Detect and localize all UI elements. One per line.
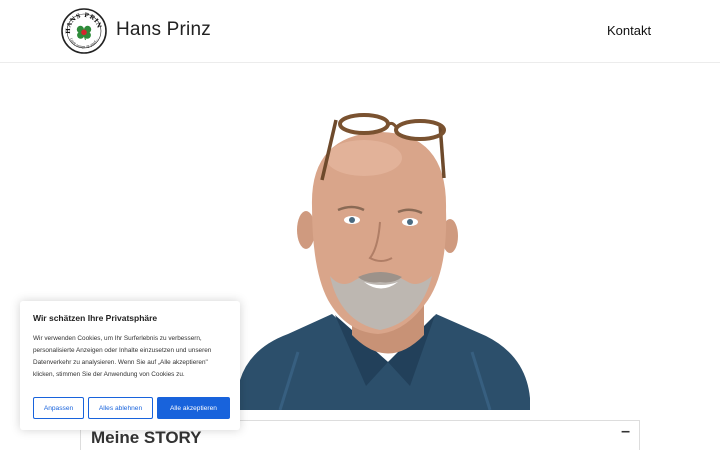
accordion-title[interactable]: Meine STORY: [91, 428, 202, 448]
logo-icon[interactable]: HANS PRINZ Love songs @ your...: [61, 8, 107, 54]
cookie-customize-button[interactable]: Anpassen: [33, 397, 84, 419]
hero-portrait: [240, 113, 530, 410]
nav-link-kontakt[interactable]: Kontakt: [607, 23, 651, 38]
cookie-button-group: Anpassen Alles ablehnen Alle akzeptieren: [33, 397, 230, 419]
cookie-banner-text: Wir verwenden Cookies, um Ihr Surferlebn…: [33, 335, 212, 378]
collapse-icon[interactable]: –: [621, 423, 630, 441]
cookie-reject-all-button[interactable]: Alles ablehnen: [88, 397, 153, 419]
cookie-banner-title: Wir schätzen Ihre Privatsphäre: [33, 313, 158, 323]
cookie-accept-all-button[interactable]: Alle akzeptieren: [157, 397, 230, 419]
cookie-consent-banner: Wir schätzen Ihre Privatsphäre Wir verwe…: [20, 301, 240, 430]
page: HANS PRINZ Love songs @ your... Hans Pri…: [0, 0, 720, 450]
site-title[interactable]: Hans Prinz: [116, 19, 211, 41]
site-header: HANS PRINZ Love songs @ your... Hans Pri…: [0, 0, 720, 63]
